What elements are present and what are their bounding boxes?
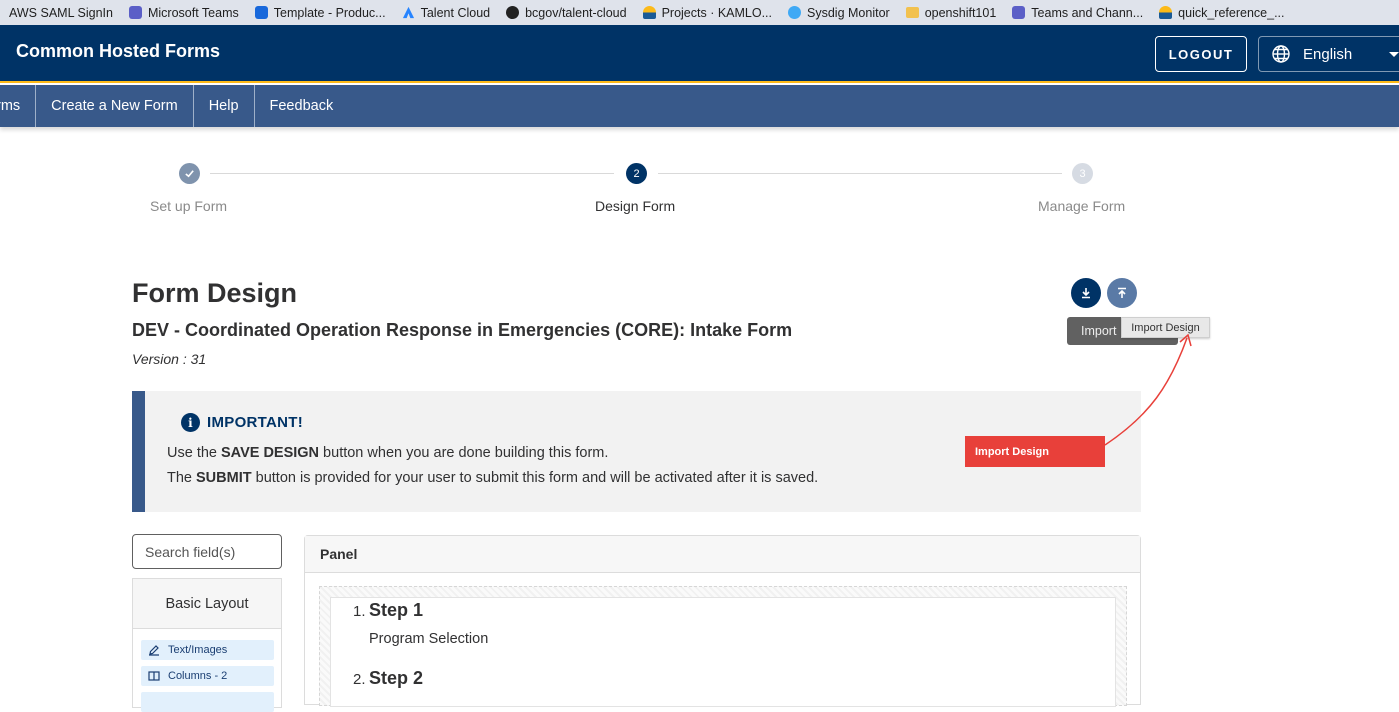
bookmark-label: Microsoft Teams [147, 5, 239, 20]
banner-text: button when you are done building this f… [319, 445, 609, 461]
banner-line-2: The SUBMIT button is provided for your u… [167, 470, 818, 486]
component-label: Columns - 2 [168, 670, 228, 682]
step-number: 2. [353, 671, 366, 688]
logout-button[interactable]: LOGOUT [1155, 36, 1247, 72]
component-more[interactable] [141, 692, 274, 712]
nav-create-form[interactable]: Create a New Form [36, 85, 194, 127]
bookmark-label: openshift101 [924, 5, 997, 20]
bookmark-github[interactable]: bcgov/talent-cloud [506, 5, 627, 20]
panel-title: Panel [305, 536, 1140, 573]
bookmark-label: Talent Cloud [420, 5, 491, 20]
main-nav: rms Create a New Form Help Feedback [0, 85, 1399, 127]
component-columns-2[interactable]: Columns - 2 [141, 666, 274, 686]
bcgov-icon [642, 6, 656, 19]
banner-bold-text: SAVE DESIGN [221, 445, 320, 461]
callout-arrow [1104, 333, 1192, 446]
edit-icon [149, 645, 159, 656]
form-name: DEV - Coordinated Operation Response in … [132, 320, 793, 340]
bookmark-teams-channels[interactable]: Teams and Chann... [1012, 6, 1143, 20]
component-label: Text/Images [168, 644, 228, 656]
bcgov-icon [1159, 6, 1173, 19]
folder-icon [905, 7, 919, 18]
globe-icon [1272, 45, 1290, 63]
bookmark-microsoft-teams[interactable]: Microsoft Teams [128, 5, 239, 20]
page-title: Form Design [132, 278, 298, 308]
bookmark-label: quick_reference_... [1178, 5, 1285, 20]
atlassian-icon [402, 6, 414, 19]
nav-my-forms[interactable]: rms [0, 85, 37, 127]
panel-dropzone[interactable]: 1. Step 1 Program Selection 2. Step 2 [319, 586, 1127, 707]
teams-icon [128, 6, 142, 19]
import-design-callout: Import Design [965, 436, 1105, 467]
app-title[interactable]: Common Hosted Forms [16, 41, 220, 62]
language-label: English [1303, 45, 1353, 63]
bookmark-label: Teams and Chann... [1031, 5, 1144, 20]
bookmark-openshift101[interactable]: openshift101 [905, 5, 997, 20]
banner-line-1: Use the SAVE DESIGN button when you are … [167, 445, 608, 461]
step-title: Step 1 [369, 600, 424, 620]
step-1-label: Set up Form [150, 198, 228, 214]
step-3-label: Manage Form [1038, 198, 1126, 214]
step-3-indicator: 3 [1072, 163, 1093, 184]
bookmark-label: bcgov/talent-cloud [525, 5, 627, 20]
info-icon: i [181, 413, 200, 432]
bookmark-aws-saml[interactable]: AWS SAML SignIn [9, 6, 113, 20]
step-title: Step 2 [369, 668, 424, 688]
nav-help[interactable]: Help [194, 85, 255, 127]
search-fields-input[interactable]: Search field(s) [132, 534, 282, 569]
columns-icon [148, 671, 160, 681]
component-text-images[interactable]: Text/Images [141, 640, 274, 660]
form-version: Version : 31 [132, 351, 207, 367]
teams-icon [1012, 6, 1026, 19]
stepper-connector [210, 173, 614, 174]
basic-layout-group: Basic Layout Text/Images Columns - 2 [132, 578, 282, 712]
import-design-button[interactable] [1107, 278, 1137, 308]
stepper-connector [658, 173, 1062, 174]
step-2-indicator: 2 [626, 163, 647, 184]
bookmark-label: Sysdig Monitor [807, 5, 890, 20]
sysdig-icon [788, 6, 802, 19]
basic-layout-header[interactable]: Basic Layout [133, 579, 281, 629]
bookmark-projects[interactable]: Projects · KAMLO... [642, 5, 773, 20]
step-2-label: Design Form [595, 198, 676, 214]
panel-content: 1. Step 1 Program Selection 2. Step 2 [330, 597, 1116, 707]
bookmark-quick-reference[interactable]: quick_reference_... [1159, 6, 1284, 20]
banner-text: button is provided for your user to subm… [251, 470, 819, 486]
app-header: Common Hosted Forms LOGOUT English [0, 25, 1399, 83]
chevron-down-icon [1389, 52, 1399, 57]
bookmark-label: Template - Produc... [273, 5, 386, 20]
bookmarks-bar: AWS SAML SignIn Microsoft Teams Template… [0, 0, 1399, 25]
bookmark-sysdig[interactable]: Sysdig Monitor [788, 6, 890, 20]
language-select[interactable]: English [1258, 36, 1399, 72]
step-description: Program Selection [369, 631, 489, 647]
bookmark-talent-cloud[interactable]: Talent Cloud [402, 5, 491, 20]
banner-bold-text: SUBMIT [196, 470, 252, 486]
nav-feedback[interactable]: Feedback [255, 85, 349, 127]
confluence-icon [254, 6, 268, 19]
step-1-complete-icon [179, 163, 200, 184]
banner-text: The [167, 470, 197, 486]
github-icon [506, 6, 520, 19]
bookmark-label: Projects · KAMLO... [661, 5, 773, 20]
banner-title-text: IMPORTANT! [207, 414, 304, 431]
banner-title: i IMPORTANT! [181, 413, 303, 432]
banner-text: Use the [167, 445, 221, 461]
upload-icon [1118, 287, 1126, 298]
bookmark-template[interactable]: Template - Produc... [254, 5, 386, 20]
panel-component[interactable]: Panel 1. Step 1 Program Selection 2. Ste… [304, 535, 1141, 707]
step-number: 1. [353, 603, 366, 620]
download-icon [1082, 288, 1090, 299]
bookmark-label: AWS SAML SignIn [9, 5, 113, 20]
export-design-button[interactable] [1071, 278, 1101, 308]
